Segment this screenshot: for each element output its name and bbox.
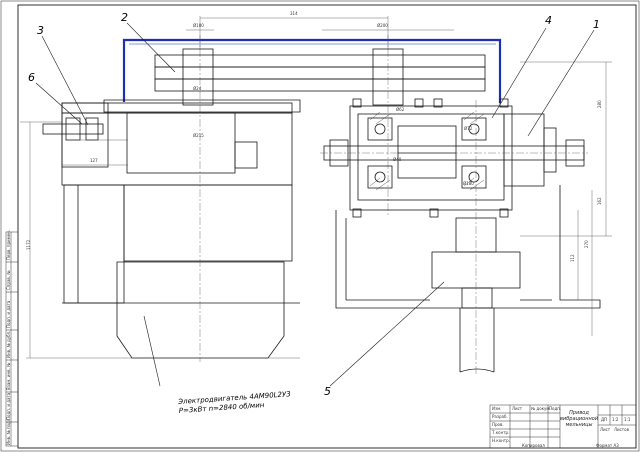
callout-5: 5 — [324, 385, 331, 398]
drawing-frame — [17, 4, 637, 449]
strip-cell-6: Подп. и дата — [6, 392, 11, 420]
title-block-role-2: Пров. — [492, 422, 504, 427]
belt-drive — [122, 38, 502, 103]
dim-pulley-large: Ø200 — [377, 23, 388, 28]
motor-assembly — [42, 102, 300, 359]
dim-motor-offset: 127 — [90, 158, 98, 163]
dim-right-low: 270 — [584, 240, 589, 248]
strip-cell-5: Взам. инв. № — [6, 362, 11, 390]
dim-bearing1: Ø62 — [396, 107, 405, 112]
title-block-row-1: Изм. — [492, 406, 502, 411]
gearbox-housing — [323, 98, 585, 218]
strip-cell-4: Инв. № дубл. — [6, 330, 11, 358]
title-block-row-2: Лист — [512, 406, 523, 411]
strip-cell-3: Подп. и дата — [6, 300, 11, 328]
callout-2: 2 — [121, 11, 128, 24]
strip-cell-7: Инв. № подл. — [6, 417, 11, 445]
title-block-sheet: Лист — [600, 427, 611, 432]
callout-4: 4 — [545, 14, 552, 27]
callout-1: 1 — [593, 18, 600, 31]
title-block-mass: 1:2 — [612, 417, 619, 422]
title-block-copied: Копировал — [522, 443, 545, 448]
title-block-role-4: Н.контр. — [492, 438, 510, 443]
title-block-role-1: Разраб. — [492, 414, 508, 419]
pulley-group — [103, 48, 486, 113]
dim-gear1: Ø40 — [393, 157, 402, 162]
dim-frame-height: 1172 — [26, 239, 31, 250]
dim-right-bottom: 112 — [570, 254, 575, 262]
dim-pulley-small: Ø100 — [193, 23, 204, 28]
callout-6: 6 — [28, 71, 35, 84]
mill-stand — [335, 185, 601, 373]
callout-3: 3 — [37, 24, 44, 37]
title-block-format: Формат А3 — [596, 443, 619, 448]
dim-bearing2: Ø72 — [464, 126, 473, 131]
dim-right-mid: 162 — [597, 197, 602, 205]
dim-gear2: Ø180 — [463, 181, 474, 186]
title-block-row-3: № докум. — [531, 406, 551, 411]
strip-cell-1: Перв. примен. — [6, 229, 11, 260]
dim-right-top: 280 — [597, 100, 602, 108]
drawing-sheet — [0, 0, 640, 452]
leader-lines — [35, 22, 595, 387]
title-block-row-4: Подп. — [549, 406, 562, 411]
strip-cell-2: Справ. № — [6, 270, 11, 290]
dim-motor-base: Ø215 — [193, 133, 204, 138]
dim-shaft-motor: Ø24 — [193, 86, 202, 91]
title-block-scale: 1:1 — [624, 417, 631, 422]
title-block-title: Привод вибрационной мельницы — [560, 410, 599, 428]
title-block-sheets: Листов — [614, 427, 629, 432]
title-block-code: ДП — [601, 417, 608, 422]
title-block-role-3: Т.контр. — [492, 430, 510, 435]
sheet-border — [0, 0, 640, 452]
dim-center-distance: 314 — [290, 11, 298, 16]
